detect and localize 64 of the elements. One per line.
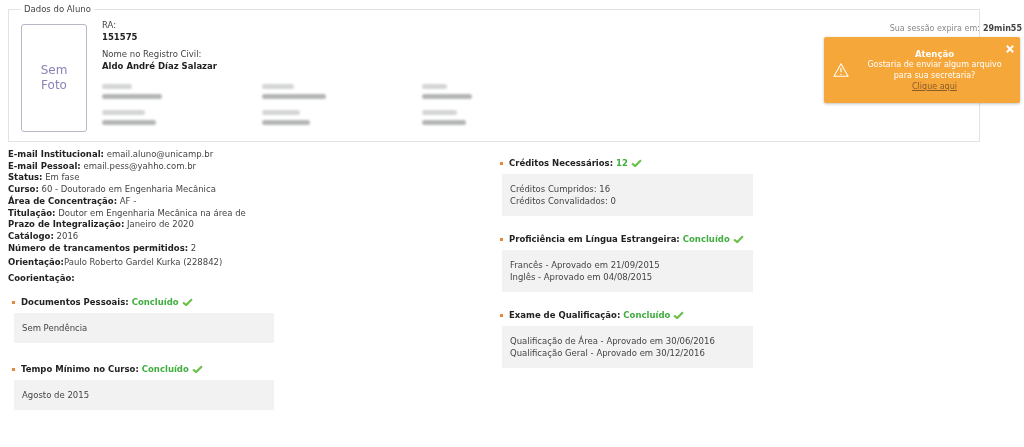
section-status: Concluído <box>131 297 179 308</box>
blurred-text <box>262 94 326 99</box>
section-line: Qualificação Geral - Aprovado em 30/12/2016 <box>510 347 706 359</box>
blurred-text <box>422 94 472 99</box>
name-value: Aldo André Díaz Salazar <box>102 60 218 72</box>
bullet-icon <box>500 237 503 241</box>
check-icon <box>181 298 193 307</box>
bullet-icon <box>12 367 15 371</box>
blurred-text <box>102 94 162 99</box>
blurred-text <box>422 110 458 115</box>
blurred-text <box>422 120 466 125</box>
bullet-icon <box>12 300 15 304</box>
section-title: Documentos Pessoais: <box>21 297 129 308</box>
advisor-line: Coorientação: <box>8 272 76 286</box>
toast-title: Atenção <box>913 49 956 59</box>
check-icon <box>673 311 685 319</box>
section-line: Agosto de 2015 <box>22 389 91 402</box>
advisor-line: Orientação:Paulo Roberto Gardel Kurka (228842) <box>8 256 224 270</box>
info-line: Número de trancamentos permitidos: 2 <box>8 242 198 255</box>
section-line: Créditos Cumpridos: 16 <box>510 183 612 195</box>
bullet-icon <box>500 313 503 317</box>
info-line: Status: Em fase <box>8 172 81 185</box>
section-title: Tempo Mínimo no Curso: <box>21 364 139 375</box>
blurred-text <box>102 110 146 115</box>
toast-link[interactable]: Clique aqui <box>912 82 957 91</box>
ra-label: RA: <box>102 20 118 31</box>
check-icon <box>630 159 642 167</box>
blurred-text <box>262 84 294 89</box>
check-icon <box>191 365 203 374</box>
section-title: Créditos Necessários: <box>509 158 614 168</box>
check-icon <box>732 235 744 243</box>
blurred-text <box>422 84 447 89</box>
toast-message: Gostaria de enviar algum arquivo para sua secretaria? <box>866 59 1003 81</box>
session-timer: 29min55 <box>982 24 1022 33</box>
blurred-text <box>262 110 301 115</box>
close-icon[interactable] <box>1006 45 1014 53</box>
info-line: Curso: 60 - Doutorado em Engenharia Mecânica <box>8 184 217 195</box>
section-status: Concluído <box>682 234 730 244</box>
blurred-text <box>102 120 156 125</box>
info-line: Titulação: Doutor em Engenharia Mecânica na área de <box>8 207 247 220</box>
info-line: E-mail Pessoal: email.pess@yahho.com.br <box>8 160 198 173</box>
info-line: E-mail Institucional: email.aluno@unicamp.br <box>8 149 215 161</box>
ra-value: 151575 <box>102 31 139 43</box>
section-line: Francês - Aprovado em 21/09/2015 <box>510 259 661 271</box>
blurred-text <box>262 120 310 125</box>
section-title: Exame de Qualificação: <box>509 310 621 320</box>
section-status: 12 <box>616 158 628 168</box>
blurred-text <box>102 84 132 89</box>
section-line: Qualificação de Área - Aprovado em 30/06/2016 <box>510 335 716 347</box>
name-label: Nome no Registro Civil: <box>102 49 203 60</box>
section-line: Créditos Convalidados: 0 <box>510 195 617 207</box>
no-photo-text: Sem Foto <box>39 63 69 93</box>
info-line: Prazo de Integralização: Janeiro de 2020 <box>8 219 195 231</box>
info-line: Catálogo: 2016 <box>8 230 80 243</box>
section-status: Concluído <box>623 310 671 320</box>
section-status: Concluído <box>141 364 189 375</box>
info-line: Área de Concentração: AF - <box>8 195 138 208</box>
section-line: Sem Pendência <box>22 322 89 335</box>
session-label: Sua sessão expira em: <box>889 24 980 33</box>
panel-legend: Dados do Aluno <box>21 4 94 14</box>
section-title: Proficiência em Língua Estrangeira: <box>509 234 680 244</box>
bullet-icon <box>500 161 503 165</box>
warning-icon <box>833 63 849 77</box>
section-line: Inglês - Aprovado em 04/08/2015 <box>510 271 654 283</box>
